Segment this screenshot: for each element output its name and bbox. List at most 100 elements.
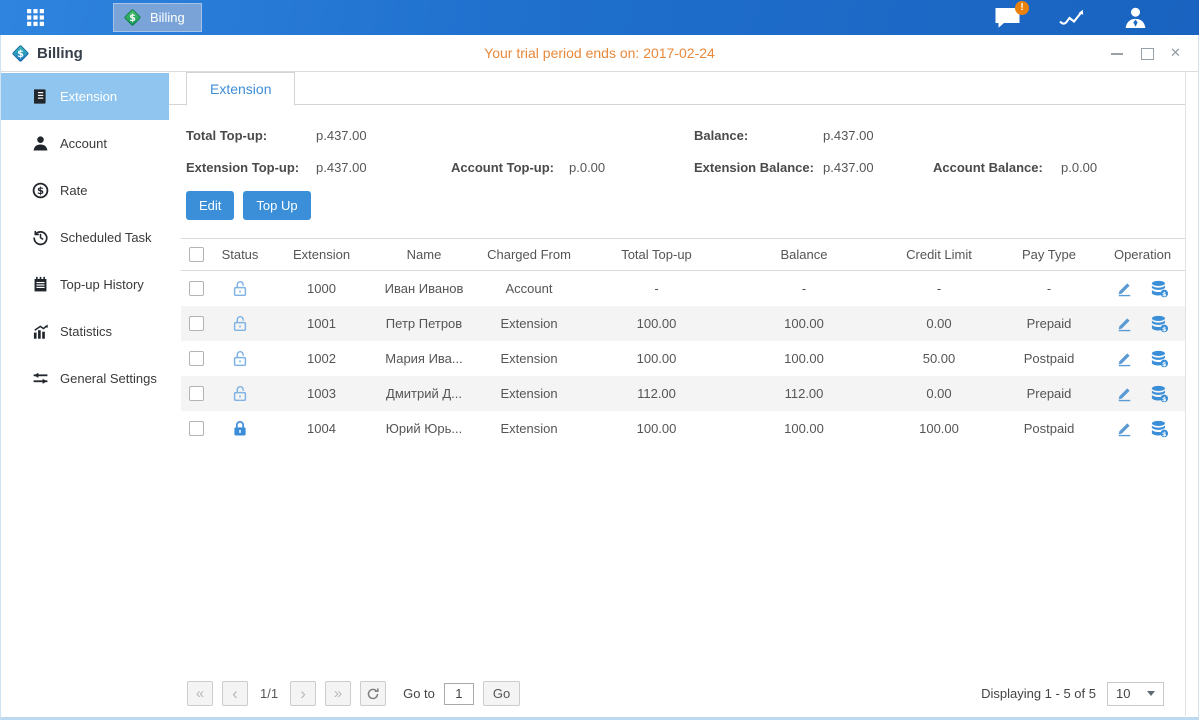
notepad-icon — [32, 276, 49, 293]
sidebar-item-label: Account — [60, 136, 107, 151]
billing-app-icon: $ — [123, 8, 142, 27]
sidebar-item-account[interactable]: Account — [1, 120, 169, 167]
row-checkbox[interactable] — [189, 386, 204, 401]
main-panel: Extension Total Top-up: p.437.00 Balance… — [169, 72, 1198, 716]
cell-balance: 100.00 — [729, 351, 879, 366]
cell-credit-limit: 50.00 — [879, 351, 999, 366]
table-header-row: StatusExtensionNameCharged FromTotal Top… — [181, 238, 1186, 271]
column-header-status: Status — [211, 247, 269, 262]
cell-name: Петр Петров — [374, 316, 474, 331]
clock-icon — [32, 229, 49, 246]
billing-window: $ Billing Your trial period ends on: 201… — [0, 35, 1199, 720]
minimize-icon[interactable] — [1110, 46, 1124, 60]
cell-total-topup: 100.00 — [584, 351, 729, 366]
column-header-name: Name — [374, 247, 474, 262]
tab-extension[interactable]: Extension — [186, 72, 295, 106]
table-row: 1002 Мария Ива... Extension 100.00 100.0… — [181, 341, 1186, 376]
sidebar: Extension Account $ Rate Scheduled Task … — [1, 72, 169, 716]
taskbar-tab-label: Billing — [150, 10, 185, 25]
edit-button[interactable]: Edit — [186, 191, 234, 220]
extension-topup-label: Extension Top-up: — [186, 160, 316, 175]
cell-charged-from: Extension — [474, 316, 584, 331]
edit-row-icon[interactable] — [1116, 385, 1133, 402]
sidebar-item-scheduled-task[interactable]: Scheduled Task — [1, 214, 169, 261]
refresh-icon[interactable] — [360, 681, 386, 706]
table-body: 1000 Иван Иванов Account - - - - $ 1001 … — [181, 271, 1186, 446]
svg-text:$: $ — [1162, 290, 1166, 297]
page-indicator: 1/1 — [260, 686, 278, 701]
sidebar-item-top-up-history[interactable]: Top-up History — [1, 261, 169, 308]
select-all-checkbox[interactable] — [189, 247, 204, 262]
svg-text:$: $ — [37, 186, 44, 197]
next-page-button[interactable] — [290, 681, 316, 706]
cell-pay-type: - — [999, 281, 1099, 296]
user-icon[interactable] — [1122, 7, 1149, 29]
app-grid-icon[interactable] — [0, 0, 70, 35]
topup-row-icon[interactable]: $ — [1150, 350, 1169, 368]
sidebar-item-extension[interactable]: Extension — [1, 73, 169, 120]
column-header-balance: Balance — [729, 247, 879, 262]
close-icon[interactable] — [1170, 46, 1184, 60]
cell-name: Иван Иванов — [374, 281, 474, 296]
account-balance-value: p.0.00 — [1061, 160, 1097, 175]
cell-pay-type: Postpaid — [999, 351, 1099, 366]
cell-pay-type: Prepaid — [999, 316, 1099, 331]
account-topup-label: Account Top-up: — [451, 160, 569, 175]
balance-value: p.437.00 — [823, 128, 874, 143]
row-checkbox[interactable] — [189, 351, 204, 366]
top-up-button[interactable]: Top Up — [243, 191, 310, 220]
cell-credit-limit: - — [879, 281, 999, 296]
sidebar-item-general-settings[interactable]: General Settings — [1, 355, 169, 402]
edit-row-icon[interactable] — [1116, 350, 1133, 367]
taskbar-tab-billing[interactable]: $ Billing — [113, 3, 202, 32]
cell-extension: 1000 — [269, 281, 374, 296]
previous-page-button[interactable] — [222, 681, 248, 706]
edit-row-icon[interactable] — [1116, 420, 1133, 437]
edit-row-icon[interactable] — [1116, 315, 1133, 332]
cell-pay-type: Prepaid — [999, 386, 1099, 401]
cell-credit-limit: 0.00 — [879, 386, 999, 401]
topup-row-icon[interactable]: $ — [1150, 420, 1169, 438]
cell-name: Юрий Юрь... — [374, 421, 474, 436]
topup-row-icon[interactable]: $ — [1150, 280, 1169, 298]
pagination-bar: 1/1 Go to Go Displaying 1 - 5 of 5 10 — [169, 681, 1186, 716]
extension-balance-value: p.437.00 — [823, 160, 933, 175]
cell-name: Дмитрий Д... — [374, 386, 474, 401]
sidebar-item-label: Scheduled Task — [60, 230, 152, 245]
cell-balance: 100.00 — [729, 316, 879, 331]
first-page-button[interactable] — [187, 681, 213, 706]
maximize-icon[interactable] — [1140, 46, 1154, 60]
reports-icon[interactable] — [1058, 7, 1085, 29]
trial-notice: Your trial period ends on: 2017-02-24 — [1, 45, 1198, 61]
cell-extension: 1001 — [269, 316, 374, 331]
row-checkbox[interactable] — [189, 316, 204, 331]
lock-open-icon — [231, 385, 249, 403]
last-page-button[interactable] — [325, 681, 351, 706]
go-button[interactable]: Go — [483, 681, 520, 706]
column-header-total-top-up: Total Top-up — [584, 247, 729, 262]
goto-label: Go to — [403, 686, 435, 701]
sidebar-item-label: General Settings — [60, 371, 157, 386]
cell-credit-limit: 0.00 — [879, 316, 999, 331]
sidebar-item-statistics[interactable]: Statistics — [1, 308, 169, 355]
row-checkbox[interactable] — [189, 421, 204, 436]
cell-name: Мария Ива... — [374, 351, 474, 366]
row-checkbox[interactable] — [189, 281, 204, 296]
topup-row-icon[interactable]: $ — [1150, 315, 1169, 333]
page-size-select[interactable]: 10 — [1107, 682, 1164, 706]
topup-row-icon[interactable]: $ — [1150, 385, 1169, 403]
column-header-extension: Extension — [269, 247, 374, 262]
goto-page-input[interactable] — [444, 683, 474, 705]
window-titlebar: $ Billing Your trial period ends on: 201… — [1, 35, 1198, 72]
sidebar-item-rate[interactable]: $ Rate — [1, 167, 169, 214]
account-topup-value: p.0.00 — [569, 160, 605, 175]
displaying-text: Displaying 1 - 5 of 5 — [981, 686, 1096, 701]
column-header-pay-type: Pay Type — [999, 247, 1099, 262]
edit-row-icon[interactable] — [1116, 280, 1133, 297]
sidebar-item-label: Extension — [60, 89, 117, 104]
svg-text:$: $ — [129, 13, 136, 24]
column-header-credit-limit: Credit Limit — [879, 247, 999, 262]
cell-pay-type: Postpaid — [999, 421, 1099, 436]
rate-icon: $ — [32, 182, 49, 199]
messages-icon[interactable]: ! — [994, 7, 1021, 29]
